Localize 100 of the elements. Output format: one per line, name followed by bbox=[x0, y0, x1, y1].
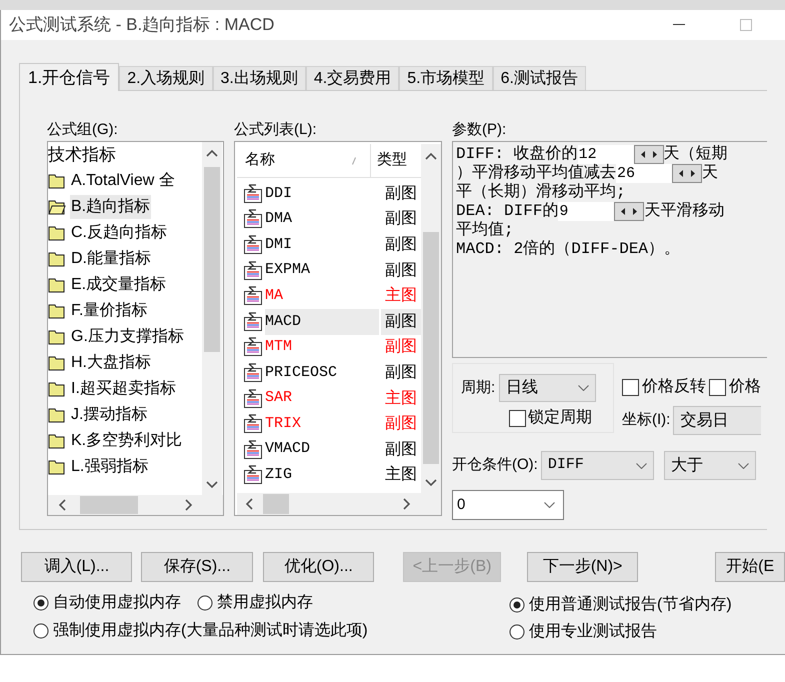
scrollbar-thumb[interactable] bbox=[263, 494, 289, 514]
left-caret-icon[interactable] bbox=[58, 499, 66, 511]
radio-option[interactable]: 使用专业测试报告 bbox=[509, 620, 732, 644]
formula-icon bbox=[243, 260, 263, 281]
tab[interactable]: 5.市场模型 bbox=[399, 66, 493, 90]
formula-type: 副图 bbox=[384, 209, 418, 230]
formula-name[interactable]: DDI bbox=[265, 181, 379, 207]
tab[interactable]: 6.测试报告 bbox=[492, 66, 586, 90]
formula-list[interactable]: 名称 类型 DDI 副图 DMA 副图 DMI 副图 EXPMA 副图 MA 主图 MACD 副图 MTM 副图 PRICEOSC 副图 SAR 主图 TRIX 副图 VMACD 副图 ZIG 主图 bbox=[234, 141, 442, 516]
folder-icon bbox=[48, 329, 66, 345]
operator-dropdown[interactable]: 大于 bbox=[664, 451, 756, 480]
radio-button[interactable] bbox=[509, 624, 525, 640]
radio-option[interactable]: 禁用虚拟内存 bbox=[197, 591, 313, 615]
tree-item[interactable]: H.大盘指标 bbox=[70, 351, 152, 375]
tree-item[interactable]: G.压力支撑指标 bbox=[70, 325, 185, 349]
vertical-scrollbar[interactable] bbox=[202, 142, 222, 495]
scrollbar-thumb[interactable] bbox=[204, 167, 220, 352]
spin-field[interactable]: 9 bbox=[558, 202, 614, 221]
formula-type: 副图 bbox=[384, 234, 418, 255]
option-checkbox[interactable]: 价格反转 bbox=[622, 375, 706, 399]
coordinate-dropdown[interactable]: 交易日 bbox=[673, 406, 762, 435]
radio-option[interactable]: 使用普通测试报告(节省内存) bbox=[509, 593, 732, 617]
tab[interactable]: 2.入场规则 bbox=[119, 66, 213, 90]
list-label: 公式组(G): bbox=[47, 120, 119, 140]
formula-name[interactable]: MTM bbox=[265, 334, 379, 360]
formula-name[interactable]: ZIG bbox=[265, 462, 379, 488]
right-caret-icon[interactable] bbox=[403, 498, 411, 510]
formula-icon bbox=[243, 184, 263, 204]
minimize-icon[interactable] bbox=[673, 24, 685, 26]
action-button[interactable]: 开始(E bbox=[715, 552, 785, 582]
lock-period-checkbox[interactable]: 锁定周期 bbox=[509, 406, 613, 430]
tree-item[interactable]: J.摆动指标 bbox=[70, 403, 148, 427]
formula-name[interactable]: SAR bbox=[265, 386, 379, 412]
indicator-dropdown[interactable]: DIFF bbox=[540, 451, 654, 480]
column-header[interactable]: 名称 bbox=[237, 144, 371, 177]
spin-field[interactable]: 12 bbox=[578, 145, 634, 164]
parameter-text: ）平滑移动平均值减去 bbox=[456, 164, 616, 182]
checkbox[interactable] bbox=[509, 410, 526, 426]
spin-button[interactable] bbox=[672, 164, 702, 183]
threshold-dropdown[interactable]: 0 bbox=[452, 490, 564, 520]
action-button[interactable]: 调入(L)... bbox=[21, 552, 132, 582]
column-header[interactable]: 类型 bbox=[371, 144, 421, 177]
checkbox[interactable] bbox=[622, 378, 639, 396]
scrollbar-thumb[interactable] bbox=[80, 496, 138, 514]
formula-name[interactable]: EXPMA bbox=[265, 258, 379, 284]
tree-root-label[interactable]: 技术指标 bbox=[48, 142, 202, 168]
horizontal-scrollbar[interactable] bbox=[237, 493, 441, 515]
tree-item[interactable]: L.强弱指标 bbox=[70, 455, 150, 479]
list-label: 公式列表(L): bbox=[234, 120, 318, 140]
up-caret-icon[interactable] bbox=[425, 152, 437, 160]
horizontal-scrollbar[interactable] bbox=[48, 495, 223, 515]
formula-name[interactable]: DMI bbox=[265, 232, 379, 258]
tree-item[interactable]: K.多空势利对比 bbox=[70, 429, 184, 453]
right-caret-icon[interactable] bbox=[185, 499, 193, 511]
tree-item[interactable]: B.趋向指标 bbox=[70, 195, 152, 219]
formula-name[interactable]: MA bbox=[265, 283, 379, 309]
formula-name[interactable]: TRIX bbox=[265, 411, 379, 437]
tree-item[interactable]: I.超买超卖指标 bbox=[70, 377, 177, 401]
formula-group-list[interactable]: 技术指标 A.TotalView 全 B.趋向指标 C.反趋向指标 D.能量指标 E.成交量指标 F.量价指标 G.压力支撑指标 H.大盘指标 I.超买超卖指标 J.摆动指标 K.多空势利对比 L.强弱指标 bbox=[47, 141, 224, 516]
down-caret-icon[interactable] bbox=[206, 481, 218, 489]
chevron-icon bbox=[578, 385, 590, 391]
radio-button[interactable] bbox=[33, 595, 49, 611]
checkbox[interactable] bbox=[709, 378, 726, 396]
action-button[interactable]: 优化(O)... bbox=[262, 552, 374, 582]
up-caret-icon[interactable] bbox=[206, 149, 218, 157]
tree-item[interactable]: C.反趋向指标 bbox=[70, 221, 168, 245]
period-dropdown[interactable]: 日线 bbox=[499, 374, 596, 402]
radio-button[interactable] bbox=[509, 597, 525, 613]
chevron-icon bbox=[544, 502, 555, 508]
action-button[interactable]: 下一步(N)> bbox=[526, 552, 638, 582]
spin-button[interactable] bbox=[634, 145, 664, 164]
scrollbar-thumb[interactable] bbox=[423, 232, 439, 464]
tab[interactable]: 1.开仓信号 bbox=[19, 63, 120, 91]
tree-item[interactable]: F.量价指标 bbox=[70, 299, 148, 323]
radio-option[interactable]: 强制使用虚拟内存(大量品种测试时请选此项) bbox=[33, 619, 368, 643]
formula-icon bbox=[243, 414, 263, 434]
parameter-text: MACD: 2倍的（DIFF-DEA）。 bbox=[456, 240, 680, 259]
tab[interactable]: 4.交易费用 bbox=[306, 66, 400, 90]
tree-item[interactable]: A.TotalView 全 bbox=[70, 169, 176, 193]
tree-item[interactable]: D.能量指标 bbox=[70, 247, 152, 271]
radio-button[interactable] bbox=[197, 595, 213, 611]
radio-option[interactable]: 自动使用虚拟内存 bbox=[33, 591, 181, 615]
folder-icon bbox=[48, 303, 66, 319]
option-checkbox[interactable]: 价格 bbox=[709, 375, 761, 399]
tab[interactable]: 3.出场规则 bbox=[212, 66, 306, 90]
vertical-scrollbar[interactable] bbox=[421, 144, 441, 493]
formula-name[interactable]: MACD bbox=[265, 308, 379, 335]
tree-item[interactable]: E.成交量指标 bbox=[70, 273, 168, 297]
radio-button[interactable] bbox=[33, 623, 49, 639]
left-caret-icon[interactable] bbox=[245, 498, 253, 510]
field-label: 坐标(I): bbox=[622, 410, 670, 430]
formula-name[interactable]: VMACD bbox=[265, 436, 379, 463]
formula-name[interactable]: DMA bbox=[265, 206, 379, 232]
action-button[interactable]: 保存(S)... bbox=[141, 552, 253, 582]
spin-button[interactable] bbox=[614, 202, 644, 221]
down-caret-icon[interactable] bbox=[425, 479, 437, 487]
formula-name[interactable]: PRICEOSC bbox=[265, 360, 379, 386]
formula-icon bbox=[243, 312, 263, 332]
spin-field[interactable]: 26 bbox=[616, 164, 672, 183]
field-label: 开仓条件(O): bbox=[452, 455, 538, 476]
